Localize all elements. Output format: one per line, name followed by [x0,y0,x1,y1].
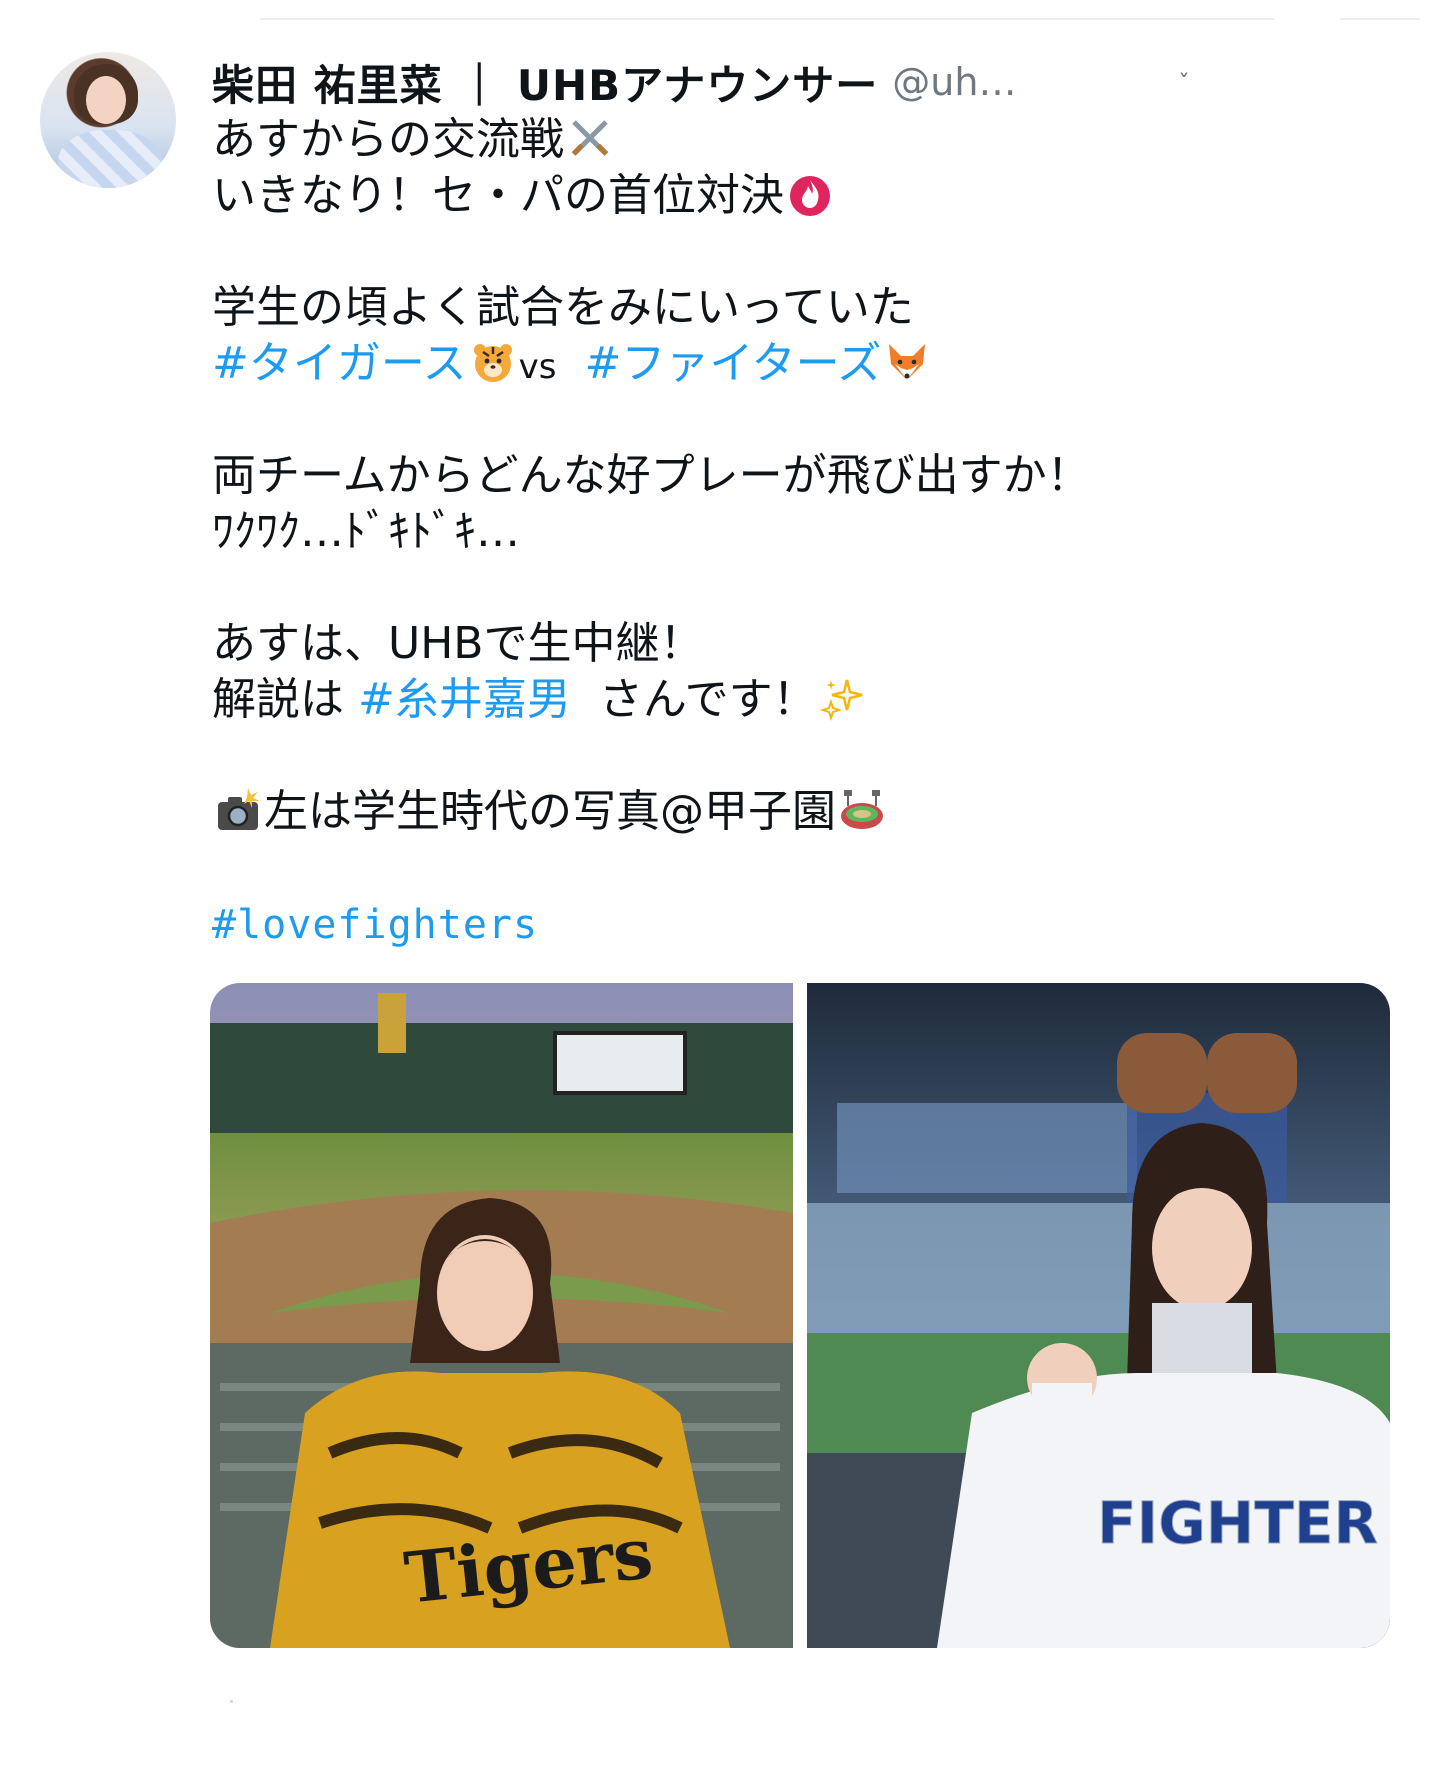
text-span: さんです！ [598,674,817,725]
avatar-shirt [58,130,162,188]
koshien-photo-illustration: Tigers [210,983,793,1648]
text-line: 左は学生時代の写真@甲子園 [212,784,1272,840]
user-handle[interactable]: @uh… [892,60,1016,104]
sparkles-icon [819,679,862,722]
text-span: あすからの交流戦 [212,114,564,165]
text-line: ﾜｸﾜｸ…ﾄﾞｷﾄﾞｷ… [212,504,1272,560]
text-span: あすは、UHBで生中継！ [212,618,704,669]
tweet[interactable]: 柴田 祐里菜 ｜ UHBアナウンサー @uh… ˇ あすからの交流戦 いきなり！… [0,0,1440,1777]
text-line: 両チームからどんな好プレーが飛び出すか！ [212,448,1272,504]
camera-flash-icon [218,788,260,830]
text-span: 解説は [212,674,344,725]
avatar-face [86,76,126,124]
tweet-media-grid: Tigers FIGHTER [210,983,1390,1648]
fox-face-icon [889,344,926,380]
fire-icon [790,176,830,216]
crossed-swords-icon [571,120,609,156]
fighters-photo-illustration: FIGHTER [807,983,1390,1648]
text-span: 左は学生時代の写真@甲子園 [264,786,836,837]
more-options-icon[interactable]: ˇ [1178,70,1190,98]
footer-dot [230,1700,233,1703]
hashtag-itoi[interactable]: #糸井嘉男 [358,674,571,725]
text-line: #lovefighters [212,896,1272,952]
text-line: 学生の頃よく試合をみにいっていた [212,280,1272,336]
text-line: #タイガース vs #ファイターズ [212,336,1272,392]
photo-koshien[interactable]: Tigers [210,983,793,1648]
tiger-face-icon [473,344,512,382]
text-line: いきなり！セ・パの首位対決 [212,168,1272,224]
hashtag-fighters[interactable]: #ファイターズ [585,338,882,389]
hashtag-lovefighters[interactable]: #lovefighters [212,902,538,948]
display-name[interactable]: 柴田 祐里菜 ｜ UHBアナウンサー [212,52,878,113]
text-span: 学生の頃よく試合をみにいっていた [212,282,914,333]
hashtag-tigers[interactable]: #タイガース [212,338,467,389]
stadium-icon [841,790,883,829]
tweet-header: 柴田 祐里菜 ｜ UHBアナウンサー @uh… [212,52,1016,112]
photo-fighters-stadium[interactable]: FIGHTER [807,983,1390,1648]
jersey-text-fighters: FIGHTER [1097,1489,1378,1557]
tweet-text: あすからの交流戦 いきなり！セ・パの首位対決 学生の頃よく試合をみにいっていた … [212,112,1272,952]
text-span: ﾜｸﾜｸ…ﾄﾞｷﾄﾞｷ… [212,506,520,557]
text-span: いきなり！セ・パの首位対決 [212,170,784,221]
text-line: あすは、UHBで生中継！ [212,616,1272,672]
vs-label: vs [518,347,557,387]
user-avatar[interactable] [40,52,176,188]
text-span: 両チームからどんな好プレーが飛び出すか！ [212,450,1091,501]
text-line: あすからの交流戦 [212,112,1272,168]
text-line: 解説は #糸井嘉男 さんです！ [212,672,1272,728]
